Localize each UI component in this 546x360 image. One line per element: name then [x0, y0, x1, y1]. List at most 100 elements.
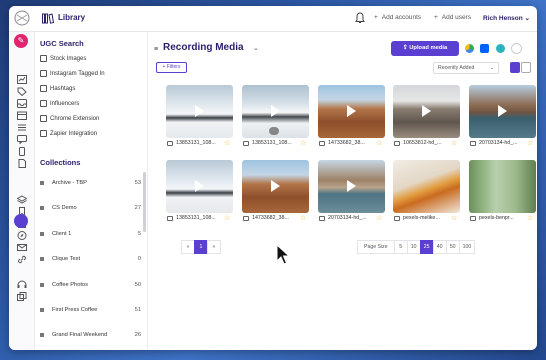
support-icon[interactable]	[17, 280, 27, 289]
stock-images-link[interactable]: Stock Images	[40, 55, 86, 62]
chrome-extension-link[interactable]: Chrome Extension	[40, 115, 99, 122]
mail-icon[interactable]	[17, 243, 27, 252]
collection-item[interactable]: Coffee Photos 50	[40, 282, 141, 288]
collection-item[interactable]: Client 15	[40, 231, 141, 237]
play-icon[interactable]	[195, 105, 204, 117]
page-size-option[interactable]: 10	[406, 240, 421, 254]
panel-scrollbar[interactable]	[143, 172, 146, 232]
collection-item[interactable]: Archive - TBP 53	[40, 180, 141, 186]
media-card[interactable]: 20703134-hd_... ☆	[469, 85, 536, 149]
instagram-tagged-link[interactable]: Instagram Tagged In	[40, 70, 105, 77]
notification-bell-icon[interactable]	[355, 12, 365, 24]
play-icon[interactable]	[498, 105, 507, 117]
collection-item[interactable]: Grand Final Weekend 26	[40, 332, 141, 338]
favorite-star-icon[interactable]: ☆	[527, 139, 533, 147]
favorite-star-icon[interactable]: ☆	[376, 214, 382, 222]
pagination: « 1 »	[181, 240, 221, 254]
play-icon[interactable]	[271, 105, 280, 117]
copy-icon[interactable]	[17, 292, 27, 301]
analytics-icon[interactable]	[17, 75, 27, 84]
tag-icon[interactable]	[17, 87, 27, 96]
media-thumbnail[interactable]	[393, 160, 460, 213]
favorite-star-icon[interactable]: ☆	[376, 139, 382, 147]
calendar-icon[interactable]	[17, 111, 27, 120]
media-thumbnail[interactable]	[318, 160, 385, 213]
document-icon[interactable]	[17, 159, 27, 168]
library-nav-active-icon[interactable]	[14, 214, 28, 228]
page-size-option[interactable]: 40	[432, 240, 447, 254]
play-icon[interactable]	[271, 180, 280, 192]
media-thumbnail[interactable]	[242, 85, 309, 138]
sort-select[interactable]: Recently Added ⌄	[433, 62, 499, 74]
inbox-icon[interactable]	[17, 99, 27, 108]
favorite-star-icon[interactable]: ☆	[451, 139, 457, 147]
brand-logo-icon[interactable]	[13, 9, 31, 27]
media-card[interactable]: 14733682_38... ☆	[318, 85, 385, 149]
media-card[interactable]: 14733682_38... ☆	[242, 160, 309, 224]
collection-item[interactable]: First Press Coffee 51	[40, 307, 141, 313]
media-card[interactable]: 13853131_108... ☆	[166, 85, 233, 149]
media-thumbnail[interactable]	[393, 85, 460, 138]
prev-page-button[interactable]: «	[181, 240, 195, 254]
media-card[interactable]: pexels-melike... ☆	[393, 160, 460, 224]
add-accounts-link[interactable]: + Add accounts	[374, 14, 421, 21]
media-thumbnail[interactable]	[166, 85, 233, 138]
media-card[interactable]: 20703134-hd_... ☆	[318, 160, 385, 224]
grid-view-icon[interactable]	[510, 62, 520, 73]
video-file-icon	[394, 141, 400, 146]
media-card[interactable]: 13853131_108... ☆	[242, 85, 309, 149]
compass-icon[interactable]	[17, 231, 27, 240]
page-size-option[interactable]: 5	[393, 240, 408, 254]
user-menu[interactable]: Rich Henson ⌄	[483, 14, 530, 22]
page-size-option[interactable]: 25	[419, 240, 434, 254]
add-users-link[interactable]: + Add users	[434, 14, 471, 21]
page-title: Recording Media	[163, 42, 244, 53]
favorite-star-icon[interactable]: ☆	[300, 139, 306, 147]
more-sources-icon[interactable]	[511, 43, 522, 54]
google-drive-icon[interactable]	[465, 44, 474, 53]
media-filename: 14733682_38...	[328, 140, 365, 146]
media-filename: 13853131_108...	[176, 215, 216, 221]
canva-icon[interactable]	[496, 44, 505, 53]
media-thumbnail[interactable]	[318, 85, 385, 138]
influencers-link[interactable]: Influencers	[40, 100, 79, 107]
favorite-star-icon[interactable]: ☆	[224, 139, 230, 147]
filters-button[interactable]: + Filters	[156, 62, 187, 73]
menu-toggle-icon[interactable]: ≡	[154, 46, 158, 53]
chat-icon[interactable]	[17, 135, 27, 144]
media-thumbnail[interactable]	[242, 160, 309, 213]
title-dropdown-icon[interactable]: ⌄	[253, 44, 259, 52]
list-icon[interactable]	[17, 123, 27, 132]
page-size-label: Page Size	[357, 240, 395, 254]
page-size-option[interactable]: 100	[458, 240, 476, 254]
hashtags-link[interactable]: Hashtags	[40, 85, 75, 92]
media-thumbnail[interactable]	[469, 160, 536, 213]
play-icon[interactable]	[347, 180, 356, 192]
media-thumbnail[interactable]	[166, 160, 233, 213]
link-icon[interactable]	[17, 255, 27, 264]
layers-icon[interactable]	[17, 195, 27, 204]
play-icon[interactable]	[195, 180, 204, 192]
list-view-icon[interactable]	[521, 62, 531, 73]
favorite-star-icon[interactable]: ☆	[300, 214, 306, 222]
upload-media-button[interactable]: ⇪ Upload media	[391, 41, 459, 56]
video-file-icon	[167, 141, 173, 146]
media-thumbnail[interactable]	[469, 85, 536, 138]
media-card[interactable]: 13853131_108... ☆	[166, 160, 233, 224]
collection-item[interactable]: Clique Test 0	[40, 256, 141, 262]
media-card[interactable]: 10653812-hd_... ☆	[393, 85, 460, 149]
favorite-star-icon[interactable]: ☆	[451, 214, 457, 222]
play-icon[interactable]	[347, 105, 356, 117]
mobile-icon[interactable]	[17, 147, 27, 156]
favorite-star-icon[interactable]: ☆	[527, 214, 533, 222]
media-card[interactable]: pexels-benpr... ☆	[469, 160, 536, 224]
play-icon[interactable]	[422, 105, 431, 117]
collection-item[interactable]: CS Demo 27	[40, 205, 141, 211]
dropbox-icon[interactable]	[480, 44, 489, 53]
next-page-button[interactable]: »	[207, 240, 221, 254]
page-size-option[interactable]: 50	[445, 240, 460, 254]
page-button[interactable]: 1	[194, 240, 208, 254]
favorite-star-icon[interactable]: ☆	[224, 214, 230, 222]
zapier-integration-link[interactable]: Zapier Integration	[40, 130, 97, 137]
create-post-icon[interactable]: ✎	[14, 34, 28, 48]
